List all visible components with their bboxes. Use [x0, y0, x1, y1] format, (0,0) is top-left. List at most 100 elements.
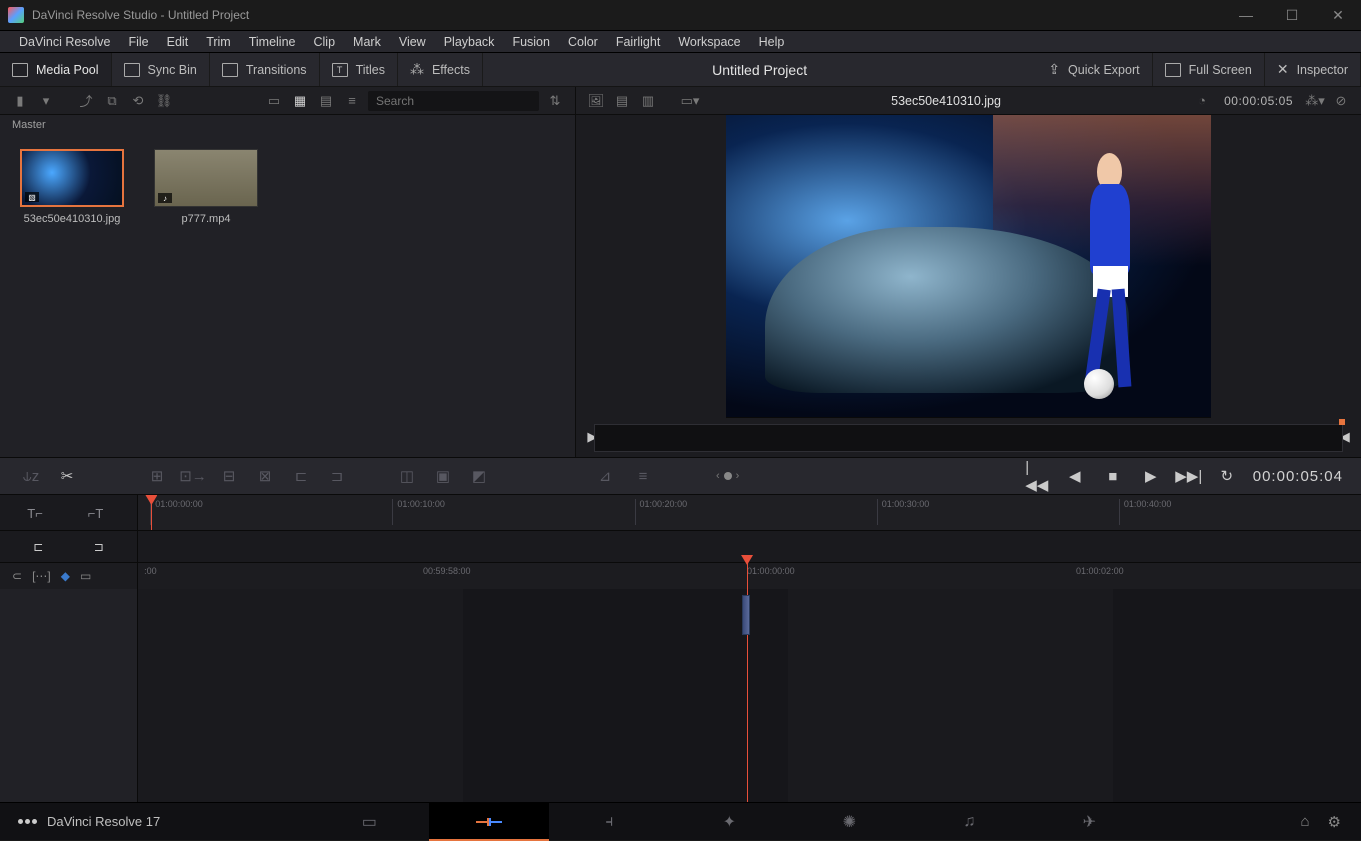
- cut-transition-icon[interactable]: ◩: [468, 467, 490, 485]
- strip-view-icon[interactable]: ▭: [264, 92, 284, 110]
- menu-timeline[interactable]: Timeline: [240, 35, 305, 49]
- viewer-options-icon[interactable]: ⁂▾: [1305, 92, 1325, 110]
- media-pool-button[interactable]: Media Pool: [0, 53, 112, 86]
- clip-thumbnail[interactable]: ♪ p777.mp4: [154, 149, 258, 225]
- viewer-size-dropdown[interactable]: ▭▾: [680, 92, 700, 110]
- append-icon[interactable]: ⊡→: [182, 467, 204, 485]
- menu-fairlight[interactable]: Fairlight: [607, 35, 669, 49]
- boring-detector-icon[interactable]: ⫝z: [20, 467, 42, 485]
- viewer-canvas[interactable]: [726, 115, 1211, 417]
- deliver-page-button[interactable]: ✈: [1029, 803, 1149, 841]
- add-transition-end-icon[interactable]: ⊐: [94, 540, 104, 554]
- project-settings-button[interactable]: ⚙: [1328, 813, 1341, 831]
- stop-button[interactable]: ■: [1103, 467, 1123, 485]
- import-folder-icon[interactable]: ⧉: [102, 92, 122, 110]
- menu-mark[interactable]: Mark: [344, 35, 390, 49]
- full-screen-button[interactable]: Full Screen: [1153, 53, 1265, 86]
- window-maximize-button[interactable]: ☐: [1269, 0, 1315, 30]
- sort-icon[interactable]: ⇅: [545, 92, 565, 110]
- clip-thumbnail[interactable]: ▧ 53ec50e410310.jpg: [20, 149, 124, 225]
- trim-end-icon[interactable]: ⌐T: [88, 506, 110, 520]
- snap-icon[interactable]: ⊂: [12, 569, 22, 583]
- loop-button[interactable]: ↻: [1217, 467, 1237, 485]
- bin-list-toggle-icon[interactable]: ▮: [10, 92, 30, 110]
- quick-export-button[interactable]: ⇪ Quick Export: [1036, 53, 1152, 86]
- prev-mode-icon[interactable]: ‹: [716, 470, 720, 482]
- menu-clip[interactable]: Clip: [305, 35, 345, 49]
- close-up-icon[interactable]: ⊠: [254, 467, 276, 485]
- import-media-icon[interactable]: ⤴: [76, 92, 96, 110]
- window-minimize-button[interactable]: —: [1223, 0, 1269, 30]
- menu-help[interactable]: Help: [750, 35, 794, 49]
- bin-name[interactable]: Master: [0, 115, 575, 135]
- tools-dropdown-icon[interactable]: ⊿: [594, 467, 616, 485]
- source-timecode[interactable]: 00:00:05:05: [1218, 94, 1299, 108]
- source-overwrite-icon[interactable]: ⊐: [326, 467, 348, 485]
- home-button[interactable]: ⌂: [1300, 813, 1309, 831]
- scrub-track[interactable]: [594, 424, 1343, 452]
- timeline-timecode[interactable]: 00:00:05:04: [1253, 468, 1343, 485]
- viewer-image-mode-icon[interactable]: 🖼: [586, 92, 606, 110]
- flag-icon[interactable]: ▭: [80, 569, 91, 583]
- transitions-label: Transitions: [246, 63, 307, 77]
- transitions-button[interactable]: Transitions: [210, 53, 320, 86]
- fusion-page-button[interactable]: ✦: [669, 803, 789, 841]
- track-content-area[interactable]: [138, 589, 1361, 825]
- add-transition-start-icon[interactable]: ⊏: [33, 540, 43, 554]
- titles-icon: T: [332, 63, 348, 77]
- dissolve-icon[interactable]: ◫: [396, 467, 418, 485]
- metadata-view-icon[interactable]: ▤: [316, 92, 336, 110]
- play-reverse-button[interactable]: ◀: [1065, 467, 1085, 485]
- go-first-button[interactable]: |◀◀: [1027, 467, 1047, 485]
- viewer-speed-icon[interactable]: ◔: [1192, 92, 1212, 110]
- trim-start-icon[interactable]: T⌐: [27, 506, 49, 520]
- sync-clips-icon[interactable]: ⟲: [128, 92, 148, 110]
- cut-page-button[interactable]: [429, 803, 549, 841]
- bypass-icon[interactable]: ⊘: [1331, 92, 1351, 110]
- menu-view[interactable]: View: [390, 35, 435, 49]
- lower-ruler[interactable]: :0000:59:58:0001:00:00:0001:00:02:00: [138, 563, 1361, 589]
- viewer-mode-nav[interactable]: ‹›: [716, 470, 739, 482]
- menu-davinci-resolve[interactable]: DaVinci Resolve: [10, 35, 119, 49]
- fairlight-page-button[interactable]: ♫: [909, 803, 1029, 841]
- smooth-cut-icon[interactable]: ▣: [432, 467, 454, 485]
- play-button[interactable]: ▶: [1141, 467, 1161, 485]
- sync-bin-button[interactable]: Sync Bin: [112, 53, 210, 86]
- edit-page-button[interactable]: ⫞: [549, 803, 669, 841]
- out-point-marker[interactable]: [1339, 419, 1345, 425]
- track-header-area[interactable]: [0, 589, 138, 825]
- color-page-button[interactable]: ✺: [789, 803, 909, 841]
- menu-fusion[interactable]: Fusion: [503, 35, 559, 49]
- menu-playback[interactable]: Playback: [435, 35, 504, 49]
- edit-toolbar: ⫝z ✂ ⊞ ⊡→ ⊟ ⊠ ⊏ ⊐ ◫ ▣ ◩ ⊿ ≡ ‹› |◀◀ ◀ ■ ▶…: [0, 457, 1361, 495]
- menu-color[interactable]: Color: [559, 35, 607, 49]
- upper-ruler[interactable]: 01:00:00:0001:00:10:0001:00:20:0001:00:3…: [138, 495, 1361, 530]
- inspector-button[interactable]: ✕ Inspector: [1265, 53, 1361, 86]
- viewer-list-mode-icon[interactable]: ▤: [612, 92, 632, 110]
- titles-button[interactable]: T Titles: [320, 53, 398, 86]
- media-page-button[interactable]: ▭: [309, 803, 429, 841]
- audio-trim-icon[interactable]: [⋯]: [32, 569, 51, 583]
- next-mode-icon[interactable]: ›: [736, 470, 740, 482]
- go-last-button[interactable]: ▶▶|: [1179, 467, 1199, 485]
- window-close-button[interactable]: ✕: [1315, 0, 1361, 30]
- thumbnail-view-icon[interactable]: ▦: [290, 92, 310, 110]
- menu-file[interactable]: File: [119, 35, 157, 49]
- options-icon[interactable]: ≡: [632, 467, 654, 485]
- link-icon[interactable]: ⛓: [154, 92, 174, 110]
- cut-tool-icon[interactable]: ✂: [56, 467, 78, 485]
- effects-button[interactable]: ⁂ Effects: [398, 53, 483, 86]
- menu-trim[interactable]: Trim: [197, 35, 240, 49]
- list-view-icon[interactable]: ≡: [342, 92, 362, 110]
- timeline-clip[interactable]: [742, 595, 750, 635]
- search-input[interactable]: [368, 91, 539, 111]
- marker-icon[interactable]: ◆: [61, 569, 70, 583]
- place-on-top-icon[interactable]: ⊏: [290, 467, 312, 485]
- menu-workspace[interactable]: Workspace: [669, 35, 749, 49]
- smart-insert-icon[interactable]: ⊞: [146, 467, 168, 485]
- ruler-tick: 00:59:58:00: [423, 566, 471, 576]
- menu-edit[interactable]: Edit: [158, 35, 198, 49]
- ripple-overwrite-icon[interactable]: ⊟: [218, 467, 240, 485]
- viewer-strip-mode-icon[interactable]: ▥: [638, 92, 658, 110]
- bin-dropdown-icon[interactable]: ▾: [36, 92, 56, 110]
